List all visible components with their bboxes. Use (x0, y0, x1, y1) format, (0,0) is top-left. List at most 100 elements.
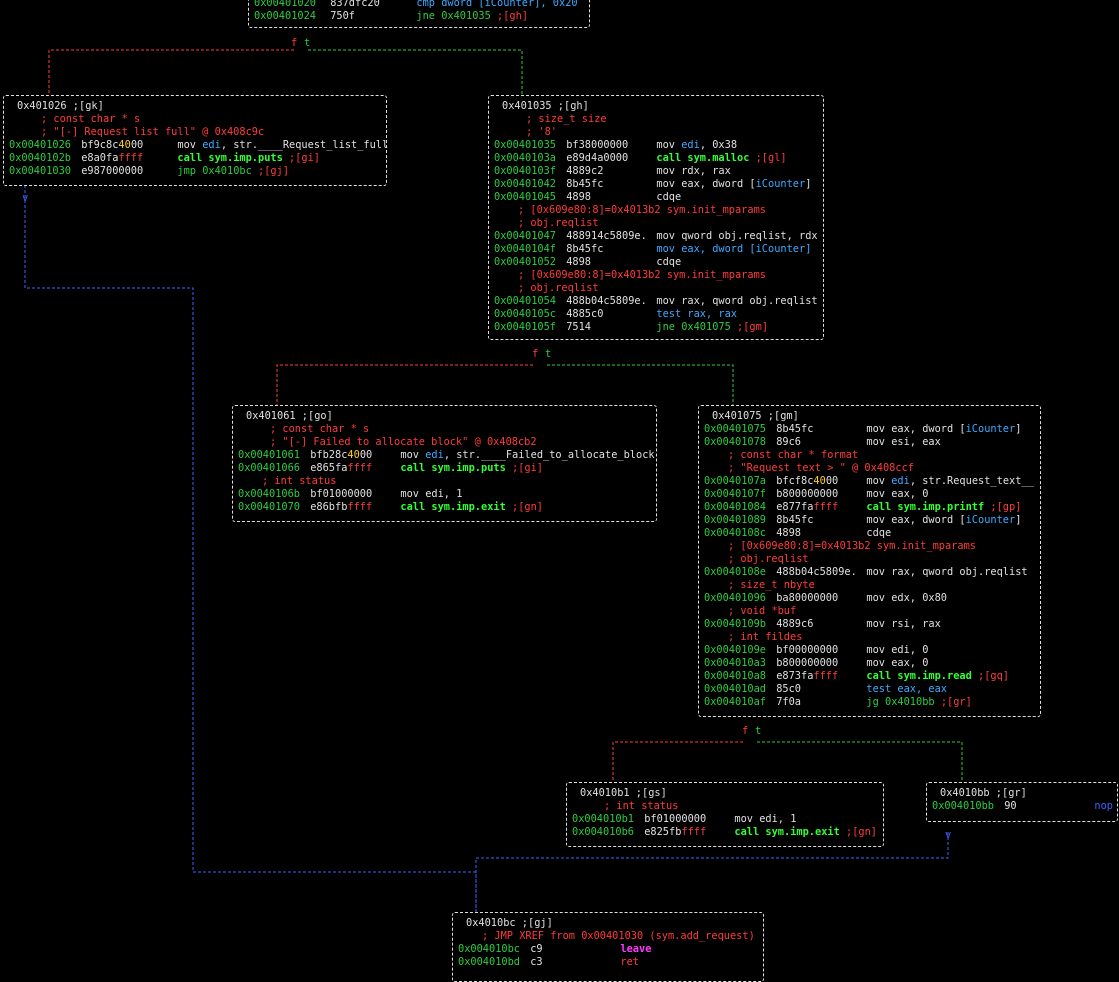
asm-line[interactable]: 0x00401052 4898 cdqe (494, 256, 818, 269)
asm-line[interactable]: 0x0040102b e8a0faffff call sym.imp.puts … (9, 152, 381, 165)
asm-line[interactable]: 0x00401084 e877faffff call sym.imp.print… (704, 501, 1035, 514)
asm-line[interactable]: 0x00401020 837dfc20 cmp dword [iCounter]… (254, 0, 584, 10)
instruction: mov edi, str.____Request_list_full (177, 139, 389, 151)
address: 0x0040105f (494, 321, 556, 333)
address: 0x00401030 (9, 165, 71, 177)
asm-line[interactable]: 0x00401054 488b04c5809e. mov rax, qword … (494, 295, 818, 308)
block-top[interactable]: 0x00401020 837dfc20 cmp dword [iCounter]… (248, 0, 590, 28)
asm-line[interactable]: 0x0040109b 4889c6 mov rsi, rax (704, 618, 1035, 631)
xref-tag: ;[gr] (940, 696, 972, 708)
asm-line[interactable]: 0x004010b1 bf01000000 mov edi, 1 (572, 813, 878, 826)
block-title: 0x401075 ;[gm] (712, 410, 799, 422)
asm-line[interactable]: 0x0040105f 7514 jne 0x401075 ;[gm] (494, 321, 818, 334)
instruction: mov edx, 0x80 (866, 592, 947, 604)
asm-line[interactable]: 0x00401042 8b45fc mov eax, dword [iCount… (494, 178, 818, 191)
opcode-bytes: c9 (530, 943, 543, 955)
address: 0x004010a8 (704, 670, 766, 682)
instruction: nop (1094, 800, 1114, 812)
address: 0x0040107a (704, 475, 766, 487)
asm-line[interactable]: 0x00401026 bf9c8c4000 mov edi, str.____R… (9, 139, 388, 152)
block-gk[interactable]: 0x401026 ;[gk] ; const char * s ; "[-] R… (3, 95, 388, 186)
block-gs[interactable]: 0x4010b1 ;[gs] ; int status 0x004010b1 b… (566, 782, 884, 847)
opcode-bytes: 85c0 (776, 683, 802, 695)
asm-line[interactable]: 0x0040105c 4885c0 test rax, rax (494, 308, 818, 321)
asm-line[interactable]: 0x00401030 e987000000 jmp 0x4010bc ;[gj] (9, 165, 381, 178)
asm-line[interactable]: 0x00401061 bfb28c4000 mov edi, str.____F… (238, 449, 655, 462)
instruction: jne 0x401075 (656, 321, 731, 333)
asm-line[interactable]: 0x0040107f b800000000 mov eax, 0 (704, 488, 1035, 501)
address: 0x0040108e (704, 566, 766, 578)
asm-line[interactable]: 0x0040106b bf01000000 mov edi, 1 (238, 488, 651, 501)
xref-tag: ;[gl] (755, 152, 787, 164)
comment: ; int status (604, 800, 679, 812)
asm-line[interactable]: 0x004010a3 b800000000 mov eax, 0 (704, 657, 1035, 670)
block-title: 0x4010bc ;[gj] (466, 917, 553, 929)
instruction: call sym.imp.printf (866, 501, 985, 513)
edge-label-true: t (755, 725, 762, 737)
asm-line[interactable]: 0x00401096 ba80000000 mov edx, 0x80 (704, 592, 1035, 605)
instruction: mov eax, dword [iCounter] (866, 514, 1022, 526)
address: 0x00401078 (704, 436, 766, 448)
asm-line[interactable]: 0x0040103f 4889c2 mov rdx, rax (494, 165, 818, 178)
block-gm[interactable]: 0x401075 ;[gm] 0x00401075 8b45fc mov eax… (698, 405, 1041, 717)
asm-line[interactable]: 0x00401070 e86bfbffff call sym.imp.exit … (238, 501, 651, 514)
instruction: mov rsi, rax (866, 618, 941, 630)
asm-line[interactable]: 0x004010b6 e825fbffff call sym.imp.exit … (572, 826, 878, 839)
address: 0x004010bb (932, 800, 994, 812)
asm-line[interactable]: 0x004010bc c9 leave (458, 943, 758, 956)
asm-line[interactable]: 0x00401045 4898 cdqe (494, 191, 818, 204)
instruction: mov edi, str.____Failed_to_allocate_bloc… (400, 449, 655, 461)
asm-line[interactable]: 0x0040107a bfcf8c4000 mov edi, str.Reque… (704, 475, 1035, 488)
asm-line[interactable]: 0x004010ad 85c0 test eax, eax (704, 683, 1035, 696)
address: 0x00401061 (238, 449, 300, 461)
asm-line[interactable]: 0x0040104f 8b45fc mov eax, dword [iCount… (494, 243, 818, 256)
opcode-bytes: 4898 (566, 191, 592, 203)
instruction: mov qword obj.reqlist, rdx (656, 230, 818, 242)
asm-line[interactable]: 0x004010bb 90 nop (932, 800, 1114, 813)
asm-line[interactable]: 0x0040108e 488b04c5809e. mov rax, qword … (704, 566, 1035, 579)
address: 0x00401052 (494, 256, 556, 268)
asm-line[interactable]: 0x00401078 89c6 mov esi, eax (704, 436, 1035, 449)
asm-line[interactable]: 0x00401035 bf38000000 mov edi, 0x38 (494, 139, 818, 152)
opcode-bytes: e987000000 (81, 165, 144, 177)
opcode-bytes: bf00000000 (776, 644, 839, 656)
block-gr[interactable]: 0x4010bb ;[gr] 0x004010bb 90 nop (926, 782, 1118, 822)
edge-arrow: v (22, 192, 29, 204)
address: 0x004010bd (458, 956, 520, 968)
asm-line[interactable]: 0x004010af 7f0a jg 0x4010bb ;[gr] (704, 696, 1035, 709)
address: 0x0040104f (494, 243, 556, 255)
block-gj[interactable]: 0x4010bc ;[gj] ; JMP XREF from 0x0040103… (452, 912, 764, 982)
opcode-bytes: bf38000000 (566, 139, 629, 151)
instruction: mov edi, 1 (734, 813, 797, 825)
opcode-bytes: 4898 (566, 256, 592, 268)
asm-line[interactable]: 0x00401075 8b45fc mov eax, dword [iCount… (704, 423, 1035, 436)
asm-line[interactable]: 0x004010a8 e873faffff call sym.imp.read … (704, 670, 1035, 683)
address: 0x0040103f (494, 165, 556, 177)
block-title: 0x401061 ;[go] (246, 410, 333, 422)
asm-line[interactable]: 0x0040103a e89d4a0000 call sym.malloc ;[… (494, 152, 818, 165)
address: 0x00401070 (238, 501, 300, 513)
address: 0x00401084 (704, 501, 766, 513)
comment: ; obj.reqlist (518, 282, 599, 294)
asm-line[interactable]: 0x004010bd c3 ret (458, 956, 758, 969)
instruction: ret (620, 956, 640, 968)
asm-line[interactable]: 0x0040108c 4898 cdqe (704, 527, 1035, 540)
address: 0x004010ad (704, 683, 766, 695)
address: 0x0040105c (494, 308, 556, 320)
asm-line[interactable]: 0x0040109e bf00000000 mov edi, 0 (704, 644, 1035, 657)
asm-line[interactable]: 0x00401066 e865faffff call sym.imp.puts … (238, 462, 651, 475)
asm-line[interactable]: 0x00401024 750f jne 0x401035 ;[gh] (254, 10, 584, 23)
asm-line[interactable]: 0x00401047 488914c5809e. mov qword obj.r… (494, 230, 818, 243)
comment: ; size_t size (526, 113, 607, 125)
instruction: mov eax, dword [iCounter] (866, 423, 1022, 435)
instruction: mov rax, qword obj.reqlist (656, 295, 818, 307)
block-go[interactable]: 0x401061 ;[go] ; const char * s ; "[-] F… (232, 405, 657, 522)
asm-line[interactable]: 0x00401089 8b45fc mov eax, dword [iCount… (704, 514, 1035, 527)
opcode-bytes: c3 (530, 956, 543, 968)
address: 0x0040108c (704, 527, 766, 539)
instruction: call sym.imp.puts (177, 152, 283, 164)
block-title: 0x4010bb ;[gr] (940, 787, 1027, 799)
comment: ; void *buf (728, 605, 797, 617)
block-gh[interactable]: 0x401035 ;[gh] ; size_t size ; '8' 0x004… (488, 95, 824, 340)
address: 0x00401042 (494, 178, 556, 190)
